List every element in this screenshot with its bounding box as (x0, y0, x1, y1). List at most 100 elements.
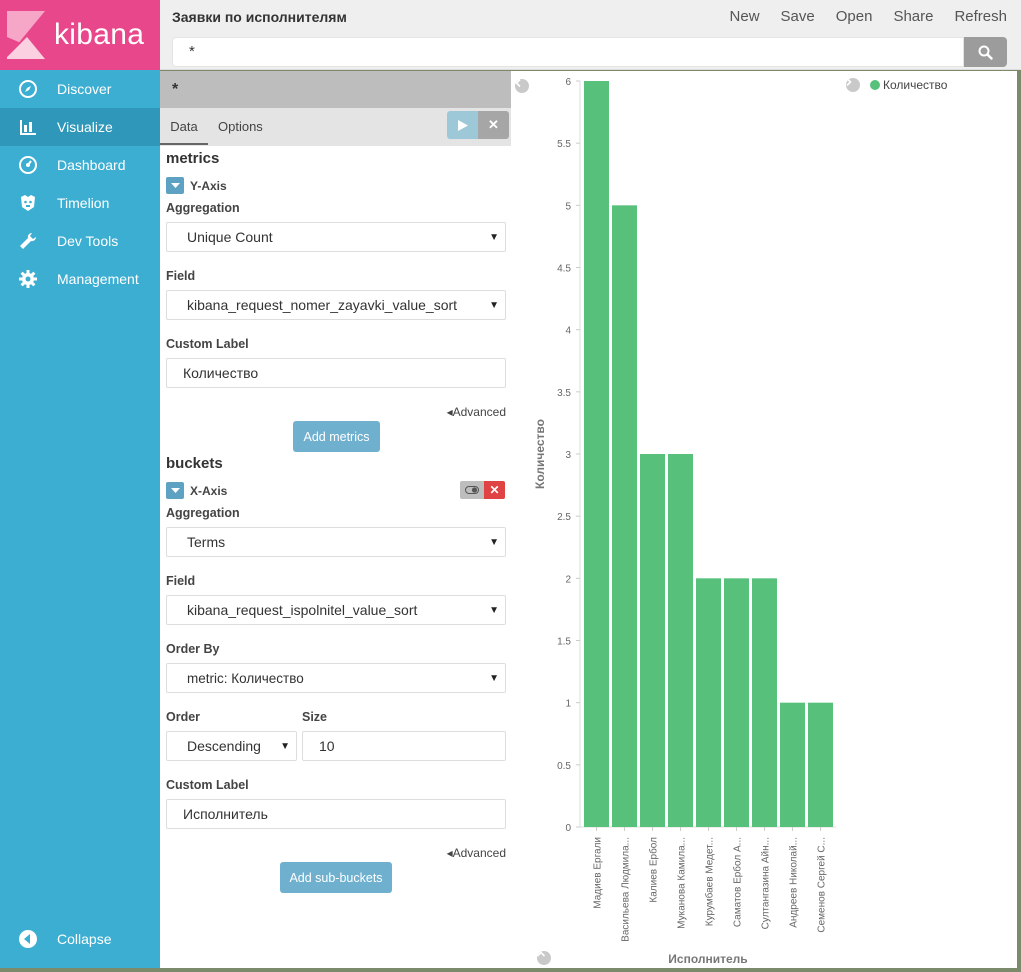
timelion-icon (18, 193, 38, 213)
buckets-field-select[interactable]: kibana_request_ispolnitel_value_sort ▼ (166, 595, 506, 625)
y-axis-title: Количество (533, 419, 547, 489)
sidebar-item-discover[interactable]: Discover (0, 70, 160, 108)
x-tick-label: Мадиев Ергали (593, 837, 604, 909)
metrics-advanced-toggle[interactable]: ◂Advanced (447, 405, 506, 419)
metrics-custom-label-label: Custom Label (166, 337, 249, 351)
top-menu: New Save Open Share Refresh (709, 8, 1007, 25)
open-button[interactable]: Open (836, 8, 873, 25)
chart-bar (724, 578, 749, 827)
share-button[interactable]: Share (893, 8, 933, 25)
y-tick-label: 5 (565, 201, 571, 212)
buckets-custom-label-input[interactable]: Исполнитель (166, 799, 506, 829)
caret-down-icon: ▼ (489, 605, 499, 616)
y-tick-label: 1 (565, 699, 571, 710)
add-sub-buckets-button[interactable]: Add sub-buckets (280, 862, 392, 893)
chart-bar (780, 702, 805, 827)
y-tick-label: 3.5 (557, 388, 571, 399)
sidebar-item-dashboard[interactable]: Dashboard (0, 146, 160, 184)
new-button[interactable]: New (730, 8, 760, 25)
x-axis-agg-header[interactable]: X-Axis (166, 482, 227, 499)
y-tick-label: 2.5 (557, 512, 571, 523)
bar-chart: 0 0.5 1 1.5 2 2.5 3 3.5 4 4.5 5 5.5 6 Количество Мадие… (533, 77, 836, 966)
chart-bar (584, 81, 609, 827)
sidebar-item-label: Management (57, 271, 139, 287)
size-input[interactable]: 10 (302, 731, 506, 761)
refresh-button[interactable]: Refresh (954, 8, 1007, 25)
play-icon (457, 119, 468, 131)
y-tick-label: 2 (565, 574, 571, 585)
sidebar-item-visualize[interactable]: Visualize (0, 108, 160, 146)
sidebar-item-label: Timelion (57, 195, 110, 211)
discard-changes-button[interactable]: ✕ (478, 111, 509, 139)
chart-bar (668, 454, 693, 827)
sidebar-item-label: Visualize (57, 119, 113, 135)
close-icon: ✕ (488, 117, 499, 132)
y-axis-toggle[interactable] (166, 177, 184, 194)
search-input[interactable]: * (172, 37, 964, 67)
metrics-aggregation-label: Aggregation (166, 201, 240, 215)
sidebar-item-dev-tools[interactable]: Dev Tools (0, 222, 160, 260)
caret-down-icon: ▼ (489, 673, 499, 684)
save-button[interactable]: Save (781, 8, 815, 25)
apply-changes-button[interactable] (447, 111, 478, 139)
sidebar-item-management[interactable]: Management (0, 260, 160, 298)
x-axis-remove-button[interactable]: ✕ (484, 481, 505, 499)
toggle-icon (465, 486, 479, 494)
metrics-field-select[interactable]: kibana_request_nomer_zayavki_value_sort … (166, 290, 506, 320)
y-tick-label: 5.5 (557, 139, 571, 150)
buckets-aggregation-select[interactable]: Terms ▼ (166, 527, 506, 557)
collapse-button[interactable]: Collapse (0, 920, 160, 958)
search-button[interactable] (964, 37, 1007, 67)
gear-icon (18, 269, 38, 289)
chart-bar (752, 578, 777, 827)
y-tick-label: 3 (565, 450, 571, 461)
x-tick-label: Муканова Камила... (677, 837, 688, 929)
advanced-label: Advanced (452, 846, 506, 860)
sidebar: kibana Discover Visualize Dashboard Time… (0, 0, 160, 968)
y-tick-label: 0.5 (557, 761, 571, 772)
x-tick-label: Султангазина Айн... (761, 837, 772, 929)
x-tick-label: Васильева Людмила... (621, 837, 632, 942)
chart-bar (640, 454, 665, 827)
buckets-section-title: buckets (166, 455, 223, 472)
buckets-field-label: Field (166, 574, 196, 588)
wrench-icon (18, 231, 38, 251)
order-label: Order (166, 710, 201, 724)
metrics-custom-label-input[interactable]: Количество (166, 358, 506, 388)
metrics-aggregation-select[interactable]: Unique Count ▼ (166, 222, 506, 252)
x-tick-label: Саматов Ербол А... (732, 837, 744, 927)
chart-bar (696, 578, 721, 827)
order-select[interactable]: Descending ▼ (166, 731, 297, 761)
metrics-section-title: metrics (166, 150, 220, 167)
search-icon (978, 45, 993, 60)
y-tick-label: 4 (565, 326, 571, 337)
x-tick-label: Калиев Ербол (648, 837, 660, 903)
add-metrics-button[interactable]: Add metrics (293, 421, 380, 452)
y-tick-label: 4.5 (557, 264, 571, 275)
sidebar-item-label: Discover (57, 81, 112, 97)
vis-editor-sidebar: * Data Options ✕ metrics Y-Axis Aggregat… (160, 71, 511, 968)
tab-data[interactable]: Data (160, 108, 208, 145)
sidebar-item-timelion[interactable]: Timelion (0, 184, 160, 222)
dashboard-icon (18, 155, 38, 175)
x-axis-agg-name: X-Axis (190, 483, 228, 498)
y-axis-agg-header[interactable]: Y-Axis (166, 177, 227, 194)
buckets-advanced-toggle[interactable]: ◂Advanced (447, 846, 506, 860)
kibana-logo[interactable]: kibana (0, 0, 160, 70)
x-axis-toggle[interactable] (166, 482, 184, 499)
tab-options[interactable]: Options (218, 108, 263, 145)
size-label: Size (302, 710, 328, 724)
compass-icon (18, 79, 38, 99)
chart-bar (808, 702, 833, 827)
top-nav: Заявки по исполнителям New Save Open Sha… (160, 0, 1021, 70)
buckets-aggregation-label: Aggregation (166, 506, 240, 520)
order-by-select[interactable]: metric: Количество ▼ (166, 663, 506, 693)
saved-search-query: * (160, 71, 511, 108)
advanced-label: Advanced (452, 405, 506, 419)
chevron-down-icon (170, 182, 180, 188)
editor-tabs: Data Options ✕ (160, 108, 511, 146)
buckets-aggregation-value: Terms (187, 534, 226, 550)
x-axis-enable-toggle[interactable] (460, 481, 484, 499)
y-tick-label: 6 (565, 77, 571, 88)
page-title: Заявки по исполнителям (172, 9, 347, 25)
